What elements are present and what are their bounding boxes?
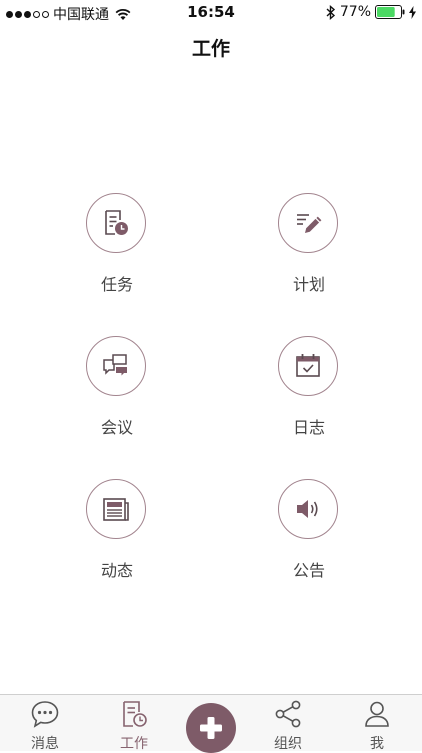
log-button[interactable] bbox=[278, 336, 338, 396]
plan-pencil-icon bbox=[297, 214, 322, 233]
charging-bolt-icon bbox=[409, 5, 416, 19]
tab-messages[interactable]: 消息 bbox=[10, 695, 80, 752]
battery-icon bbox=[375, 5, 405, 19]
work-item-label: 动态 bbox=[100, 561, 133, 580]
work-item-log[interactable]: 日志 bbox=[249, 336, 369, 446]
chat-bubble-icon bbox=[31, 701, 59, 728]
page-title: 工作 bbox=[191, 38, 230, 60]
share-nodes-icon bbox=[275, 700, 301, 728]
work-item-label: 日志 bbox=[292, 418, 325, 437]
add-button[interactable] bbox=[186, 703, 236, 753]
meeting-chat-icon bbox=[103, 354, 127, 376]
announcement-speaker-icon bbox=[297, 500, 318, 518]
document-clock-icon bbox=[123, 701, 147, 727]
task-button[interactable] bbox=[86, 193, 146, 253]
log-calendar-icon bbox=[296, 354, 320, 377]
work-item-label: 会议 bbox=[100, 418, 133, 437]
news-feed-icon bbox=[103, 498, 129, 521]
work-item-label: 任务 bbox=[100, 275, 133, 294]
tab-label: 消息 bbox=[31, 736, 59, 752]
work-item-label: 计划 bbox=[292, 275, 325, 294]
work-item-task[interactable]: 任务 bbox=[57, 193, 177, 303]
tab-work[interactable]: 工作 bbox=[99, 695, 169, 752]
tab-label: 我 bbox=[370, 736, 384, 752]
task-clock-icon bbox=[105, 210, 128, 235]
bluetooth-icon bbox=[326, 4, 335, 20]
work-item-label: 公告 bbox=[292, 561, 325, 580]
work-item-announcement[interactable]: 公告 bbox=[249, 479, 369, 589]
tab-label: 组织 bbox=[274, 736, 302, 752]
battery-percentage: 77% bbox=[339, 4, 371, 20]
meeting-button[interactable] bbox=[86, 336, 146, 396]
status-bar: 中国联通 16:54 77% bbox=[0, 0, 422, 26]
status-right: 77% bbox=[326, 4, 416, 20]
tab-bar: 消息 工作 组织 我 bbox=[0, 694, 422, 753]
work-item-plan[interactable]: 计划 bbox=[249, 193, 369, 303]
work-item-news[interactable]: 动态 bbox=[57, 479, 177, 589]
plan-button[interactable] bbox=[278, 193, 338, 253]
work-item-meeting[interactable]: 会议 bbox=[57, 336, 177, 446]
news-button[interactable] bbox=[86, 479, 146, 539]
tab-label: 工作 bbox=[120, 736, 148, 752]
tab-organization[interactable]: 组织 bbox=[253, 695, 323, 752]
plus-icon bbox=[200, 717, 222, 739]
person-icon bbox=[365, 701, 389, 727]
announcement-button[interactable] bbox=[278, 479, 338, 539]
tab-me[interactable]: 我 bbox=[342, 695, 412, 752]
